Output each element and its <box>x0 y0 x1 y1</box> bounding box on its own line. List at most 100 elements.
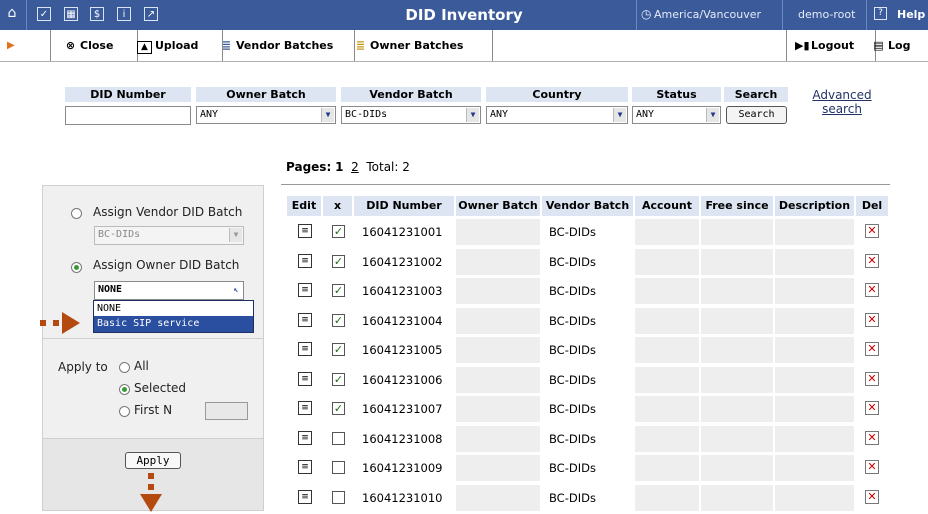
edit-icon[interactable]: ≡ <box>298 490 312 504</box>
edit-icon[interactable]: ≡ <box>298 401 312 415</box>
row-checkbox-checked[interactable]: ✓ <box>332 314 345 327</box>
table-cell-empty <box>456 455 540 481</box>
page-title: DID Inventory <box>405 6 523 24</box>
table-cell-empty <box>635 337 699 363</box>
apply-all-radio[interactable] <box>119 362 130 373</box>
edit-icon[interactable]: ≡ <box>298 313 312 327</box>
assign-owner-radio[interactable] <box>71 262 82 273</box>
search-header-owner: Owner Batch <box>196 87 336 102</box>
search-header-vendor: Vendor Batch <box>341 87 481 102</box>
advanced-search-link[interactable]: Advanced search <box>812 88 872 116</box>
annotation-dot <box>148 473 154 479</box>
row-checkbox-checked[interactable]: ✓ <box>332 343 345 356</box>
table-cell-empty <box>701 249 773 275</box>
owner-batch-select[interactable]: ANY ▼ <box>196 106 336 124</box>
table-cell-empty <box>635 308 699 334</box>
apply-button[interactable]: Apply <box>125 452 181 469</box>
table-cell-empty <box>456 308 540 334</box>
owner-batches-button[interactable]: ≣ Owner Batches <box>342 30 493 61</box>
page-link-2[interactable]: 2 <box>351 160 359 174</box>
col-header-del: Del <box>856 196 888 216</box>
row-checkbox-checked[interactable]: ✓ <box>332 373 345 386</box>
first-n-input[interactable] <box>205 402 248 420</box>
delete-icon[interactable]: ✕ <box>865 342 879 356</box>
dropdown-option-selected[interactable]: Basic SIP service <box>94 316 253 332</box>
search-button[interactable]: Search <box>726 106 787 124</box>
vendor-batch-cell: BC-DIDs <box>549 373 596 387</box>
delete-icon[interactable]: ✕ <box>865 283 879 297</box>
timezone-label[interactable]: America/Vancouver <box>654 8 761 21</box>
edit-icon[interactable]: ≡ <box>298 342 312 356</box>
log-button[interactable]: ▤ Log <box>866 30 928 61</box>
vendor-batches-button[interactable]: ≣ Vendor Batches <box>208 30 355 61</box>
table-cell-empty <box>775 337 854 363</box>
delete-icon[interactable]: ✕ <box>865 460 879 474</box>
vendor-batch-cell: BC-DIDs <box>549 461 596 475</box>
row-checkbox-checked[interactable]: ✓ <box>332 402 345 415</box>
edit-icon[interactable]: ≡ <box>298 283 312 297</box>
row-checkbox[interactable] <box>332 432 345 445</box>
title-bar: ⌂ ✓ ▦ $ i ↗ DID Inventory ◷ America/Vanc… <box>0 0 928 30</box>
vendor-batch-cell: BC-DIDs <box>549 432 596 446</box>
apply-first-n-radio[interactable] <box>119 406 130 417</box>
edit-icon[interactable]: ≡ <box>298 431 312 445</box>
user-label[interactable]: demo-root <box>798 8 855 21</box>
vendor-batch-cell: BC-DIDs <box>549 255 596 269</box>
table-cell-empty <box>701 426 773 452</box>
chevron-down-icon: ▼ <box>466 108 479 122</box>
edit-icon[interactable]: ≡ <box>298 254 312 268</box>
delete-icon[interactable]: ✕ <box>865 224 879 238</box>
toolbar-play[interactable]: ▶ <box>0 30 51 61</box>
table-cell-empty <box>635 278 699 304</box>
country-select[interactable]: ANY ▼ <box>486 106 628 124</box>
row-checkbox-checked[interactable]: ✓ <box>332 284 345 297</box>
row-checkbox[interactable] <box>332 461 345 474</box>
help-link[interactable]: Help <box>897 8 925 21</box>
assign-vendor-label: Assign Vendor DID Batch <box>93 205 243 219</box>
delete-icon[interactable]: ✕ <box>865 372 879 386</box>
col-header-edit: Edit <box>287 196 321 216</box>
delete-icon[interactable]: ✕ <box>865 431 879 445</box>
delete-icon[interactable]: ✕ <box>865 313 879 327</box>
did-number-cell: 16041231009 <box>362 461 443 475</box>
dropdown-option[interactable]: NONE <box>94 301 253 316</box>
help-icon[interactable]: ? <box>874 7 887 20</box>
row-checkbox[interactable] <box>332 491 345 504</box>
delete-icon[interactable]: ✕ <box>865 254 879 268</box>
logout-button[interactable]: ▶▮Logout <box>786 30 876 61</box>
search-header-search: Search <box>724 87 788 102</box>
edit-icon[interactable]: ≡ <box>298 224 312 238</box>
table-cell-empty <box>701 367 773 393</box>
row-checkbox-checked[interactable]: ✓ <box>332 255 345 268</box>
apply-selected-radio[interactable] <box>119 384 130 395</box>
chevron-down-icon: ▼ <box>613 108 626 122</box>
table-cell-empty <box>775 249 854 275</box>
play-icon: ▶ <box>7 40 15 51</box>
table-cell-empty <box>456 278 540 304</box>
row-checkbox-checked[interactable]: ✓ <box>332 225 345 238</box>
divider <box>281 184 890 185</box>
table-cell-empty <box>775 367 854 393</box>
table-cell-empty <box>456 249 540 275</box>
did-number-cell: 16041231002 <box>362 255 443 269</box>
table-cell-empty <box>635 455 699 481</box>
delete-icon[interactable]: ✕ <box>865 490 879 504</box>
vendor-batch-select[interactable]: BC-DIDs ▼ <box>341 106 481 124</box>
owner-batch-select-panel[interactable]: NONE ↖ <box>94 281 244 300</box>
did-number-cell: 16041231001 <box>362 225 443 239</box>
edit-icon[interactable]: ≡ <box>298 372 312 386</box>
edit-icon[interactable]: ≡ <box>298 460 312 474</box>
log-icon: ▤ <box>873 39 884 52</box>
did-number-cell: 16041231010 <box>362 491 443 505</box>
vendor-batch-select-disabled: BC-DIDs ▼ <box>94 226 244 245</box>
assign-vendor-radio[interactable] <box>71 208 82 219</box>
did-number-input[interactable] <box>65 106 191 125</box>
vendor-batch-cell: BC-DIDs <box>549 343 596 357</box>
table-cell-empty <box>635 426 699 452</box>
delete-icon[interactable]: ✕ <box>865 401 879 415</box>
status-select[interactable]: ANY ▼ <box>632 106 721 124</box>
vendor-batch-cell: BC-DIDs <box>549 314 596 328</box>
table-cell-empty <box>456 426 540 452</box>
cursor-icon: ↖ <box>230 283 242 297</box>
table-cell-empty <box>456 337 540 363</box>
